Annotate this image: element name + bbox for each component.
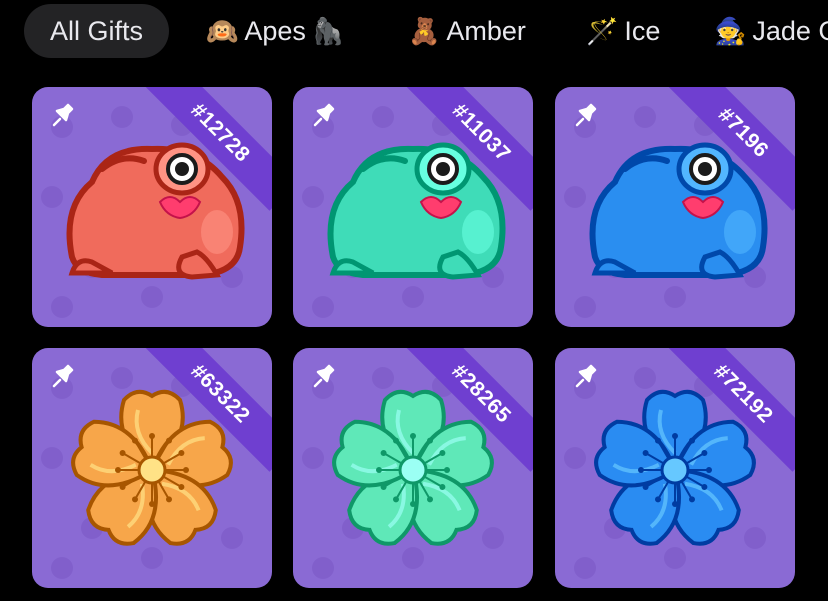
gift-card[interactable]: #7196 bbox=[555, 87, 795, 327]
gift-card[interactable]: #11037 bbox=[293, 87, 533, 327]
tab-amber[interactable]: 🧸 Amber bbox=[408, 4, 526, 58]
pin-icon[interactable] bbox=[46, 362, 76, 392]
pin-icon[interactable] bbox=[569, 101, 599, 131]
amber-bear-icon: 🧸 bbox=[408, 16, 441, 46]
gift-card[interactable]: #28265 bbox=[293, 348, 533, 588]
collection-tabs: All Gifts 🙉 Apes 🦍 🧸 Amber 🪄 Ice 🧙 Jade … bbox=[0, 0, 828, 64]
gift-card[interactable]: #12728 bbox=[32, 87, 272, 327]
monkey-icon: 🙉 bbox=[206, 16, 239, 46]
pin-icon[interactable] bbox=[569, 362, 599, 392]
tab-all-gifts[interactable]: All Gifts bbox=[24, 4, 170, 58]
tab-jade[interactable]: 🧙 Jade G bbox=[714, 4, 828, 58]
pin-icon[interactable] bbox=[307, 362, 337, 392]
gorilla-icon: 🦍 bbox=[311, 16, 345, 46]
pin-icon[interactable] bbox=[307, 101, 337, 131]
ice-wand-icon: 🪄 bbox=[586, 16, 619, 46]
tab-label: Apes bbox=[244, 15, 306, 46]
tab-label: Jade G bbox=[752, 15, 828, 46]
tab-label: Amber bbox=[446, 15, 526, 46]
gift-card[interactable]: #72192 bbox=[555, 348, 795, 588]
tab-label: All Gifts bbox=[50, 15, 144, 46]
pin-icon[interactable] bbox=[46, 101, 76, 131]
tab-apes[interactable]: 🙉 Apes 🦍 bbox=[206, 4, 344, 58]
tab-label: Ice bbox=[624, 15, 661, 46]
gift-card[interactable]: #63322 bbox=[32, 348, 272, 588]
wizard-hat-icon: 🧙 bbox=[714, 16, 747, 46]
tab-ice[interactable]: 🪄 Ice bbox=[586, 4, 660, 58]
